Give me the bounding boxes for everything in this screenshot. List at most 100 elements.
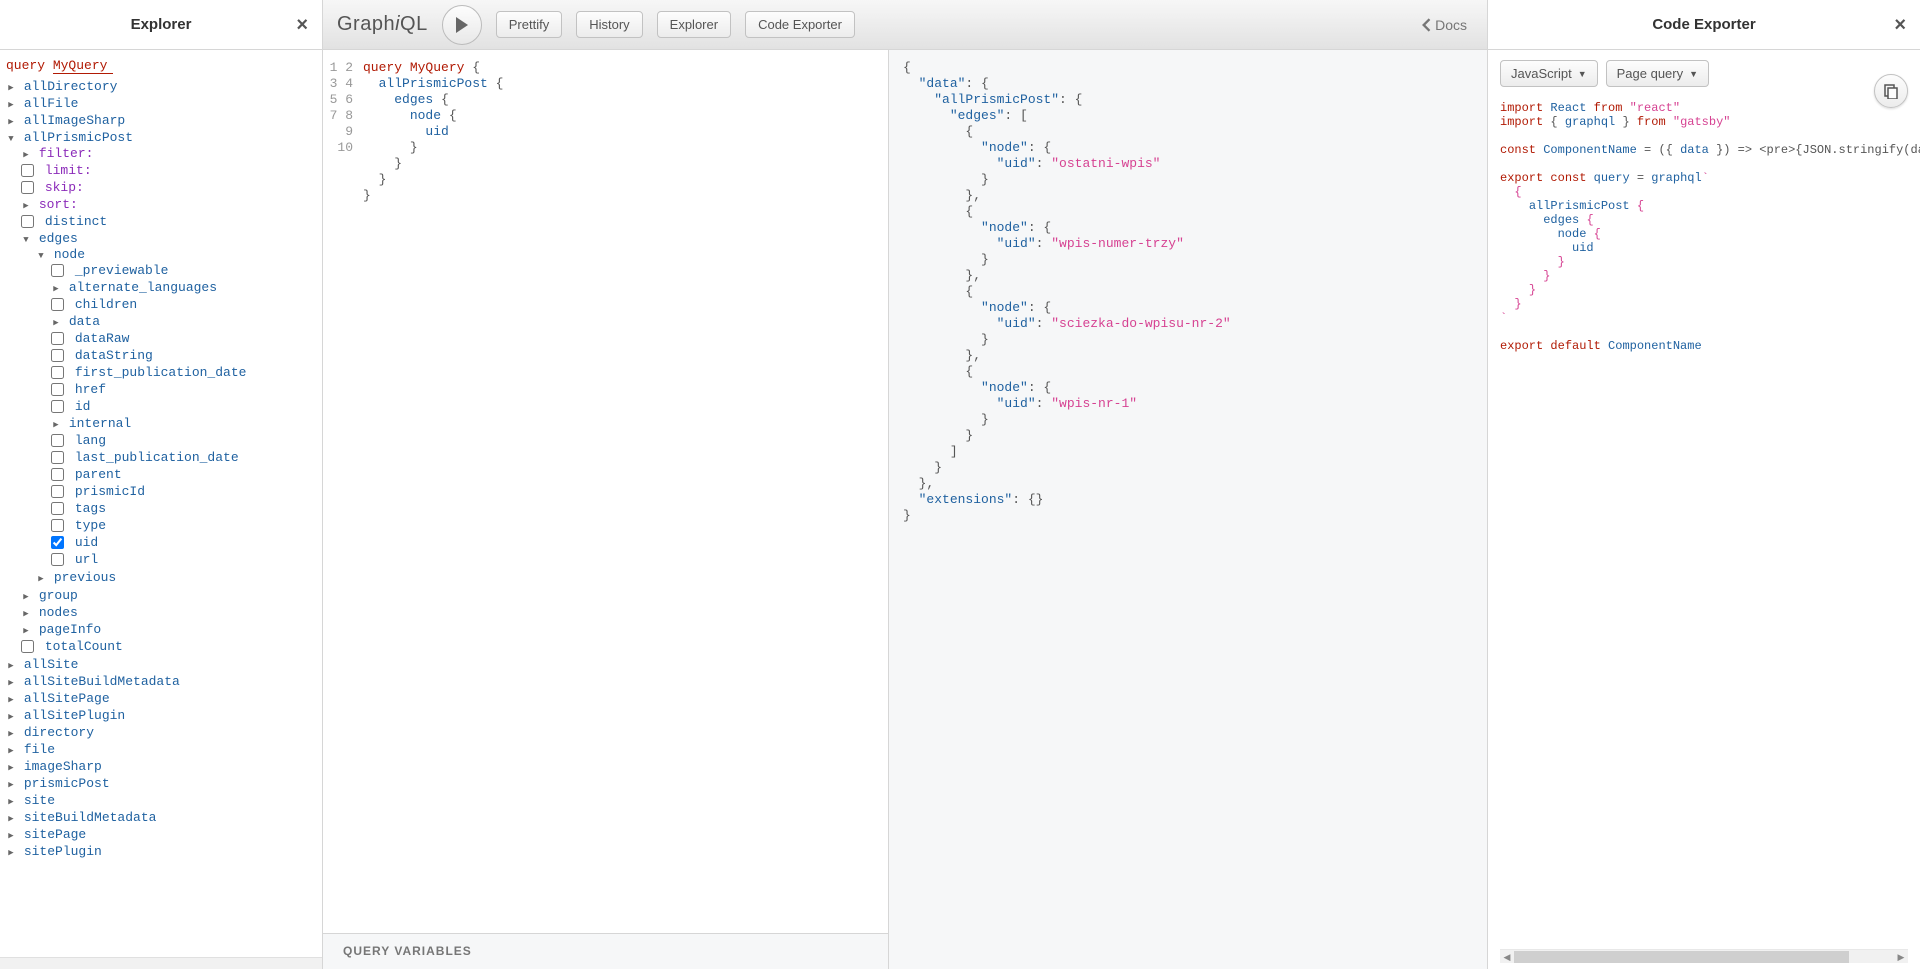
query-code[interactable]: query MyQuery { allPrismicPost { edges {…: [363, 60, 888, 933]
root-field[interactable]: sitePage: [24, 827, 86, 842]
scroll-left-icon[interactable]: ◀: [1500, 950, 1514, 964]
tree-arg[interactable]: distinct: [45, 214, 107, 229]
field-checkbox[interactable]: [51, 383, 64, 396]
tree-arg[interactable]: limit:: [45, 163, 92, 178]
root-field[interactable]: allSitePlugin: [24, 708, 125, 723]
caret-icon[interactable]: [6, 695, 16, 705]
field-checkbox[interactable]: [51, 485, 64, 498]
field-checkbox[interactable]: [51, 349, 64, 362]
root-field[interactable]: directory: [24, 725, 94, 740]
docs-button[interactable]: Docs: [1421, 17, 1473, 33]
tree-arg[interactable]: sort:: [39, 197, 78, 212]
node-subfield[interactable]: last_publication_date: [75, 450, 239, 465]
sibling-field[interactable]: pageInfo: [39, 622, 101, 637]
node-subfield[interactable]: dataRaw: [75, 331, 130, 346]
result-panel[interactable]: { "data": { "allPrismicPost": { "edges":…: [889, 50, 1487, 969]
root-field[interactable]: allSiteBuildMetadata: [24, 674, 180, 689]
caret-icon[interactable]: [6, 831, 16, 841]
node-subfield[interactable]: href: [75, 382, 106, 397]
node-subfield[interactable]: parent: [75, 467, 122, 482]
field-checkbox[interactable]: [51, 366, 64, 379]
caret-icon[interactable]: [6, 83, 16, 93]
caret-icon[interactable]: [51, 420, 61, 430]
node-subfield[interactable]: uid: [75, 535, 98, 550]
node-subfield[interactable]: children: [75, 297, 137, 312]
node-subfield[interactable]: id: [75, 399, 91, 414]
explorer-tree[interactable]: allDirectory allFile allImageSharp allPr…: [6, 78, 318, 860]
caret-icon[interactable]: [21, 201, 31, 211]
root-field[interactable]: sitePlugin: [24, 844, 102, 859]
field-checkbox[interactable]: [21, 181, 34, 194]
node-subfield[interactable]: url: [75, 552, 98, 567]
field-checkbox[interactable]: [51, 553, 64, 566]
node-field[interactable]: node: [54, 247, 85, 262]
root-field[interactable]: imageSharp: [24, 759, 102, 774]
query-variables-bar[interactable]: QUERY VARIABLES: [323, 933, 888, 969]
caret-icon[interactable]: [6, 746, 16, 756]
caret-icon[interactable]: [51, 284, 61, 294]
execute-button[interactable]: [442, 5, 482, 45]
root-field[interactable]: allDirectory: [24, 79, 118, 94]
caret-icon[interactable]: [6, 134, 16, 144]
node-subfield[interactable]: first_publication_date: [75, 365, 247, 380]
field-checkbox[interactable]: [51, 519, 64, 532]
root-field[interactable]: siteBuildMetadata: [24, 810, 157, 825]
root-field[interactable]: allPrismicPost: [24, 130, 133, 145]
caret-icon[interactable]: [51, 318, 61, 328]
caret-icon[interactable]: [21, 235, 31, 245]
field-checkbox[interactable]: [51, 434, 64, 447]
node-subfield[interactable]: type: [75, 518, 106, 533]
node-subfield[interactable]: tags: [75, 501, 106, 516]
history-button[interactable]: History: [576, 11, 642, 38]
node-subfield[interactable]: prismicId: [75, 484, 145, 499]
caret-icon[interactable]: [6, 729, 16, 739]
code-exporter-close-icon[interactable]: ×: [1894, 14, 1906, 37]
caret-icon[interactable]: [6, 780, 16, 790]
explorer-button[interactable]: Explorer: [657, 11, 731, 38]
caret-icon[interactable]: [21, 592, 31, 602]
explorer-body[interactable]: query allDirectory allFile allImageSharp…: [0, 50, 322, 957]
caret-icon[interactable]: [6, 797, 16, 807]
caret-icon[interactable]: [6, 117, 16, 127]
node-subfield[interactable]: data: [69, 314, 100, 329]
root-field[interactable]: prismicPost: [24, 776, 110, 791]
caret-icon[interactable]: [21, 150, 31, 160]
sibling-field[interactable]: group: [39, 588, 78, 603]
scroll-right-icon[interactable]: ▶: [1894, 950, 1908, 964]
exporter-code[interactable]: import React from "react" import { graph…: [1488, 97, 1920, 949]
query-name-input[interactable]: [53, 58, 113, 74]
prettify-button[interactable]: Prettify: [496, 11, 562, 38]
node-subfield[interactable]: alternate_languages: [69, 280, 217, 295]
field-checkbox[interactable]: [21, 640, 34, 653]
caret-icon[interactable]: [6, 763, 16, 773]
exporter-mode-select[interactable]: Page query ▼: [1606, 60, 1709, 87]
field-checkbox[interactable]: [21, 215, 34, 228]
field-checkbox[interactable]: [21, 164, 34, 177]
field-checkbox[interactable]: [51, 536, 64, 549]
caret-icon[interactable]: [6, 661, 16, 671]
edges-field[interactable]: edges: [39, 231, 78, 246]
field-checkbox[interactable]: [51, 264, 64, 277]
caret-icon[interactable]: [21, 609, 31, 619]
root-field[interactable]: file: [24, 742, 55, 757]
caret-icon[interactable]: [6, 814, 16, 824]
field-checkbox[interactable]: [51, 400, 64, 413]
field-checkbox[interactable]: [51, 332, 64, 345]
field-checkbox[interactable]: [51, 298, 64, 311]
tree-arg[interactable]: skip:: [45, 180, 84, 195]
caret-icon[interactable]: [6, 848, 16, 858]
root-field[interactable]: site: [24, 793, 55, 808]
caret-icon[interactable]: [6, 678, 16, 688]
code-exporter-button[interactable]: Code Exporter: [745, 11, 855, 38]
query-editor[interactable]: 1 2 3 4 5 6 7 8 9 10 query MyQuery { all…: [323, 50, 888, 933]
field-checkbox[interactable]: [51, 502, 64, 515]
root-field[interactable]: allFile: [24, 96, 79, 111]
caret-icon[interactable]: [36, 251, 46, 261]
sibling-field[interactable]: nodes: [39, 605, 78, 620]
caret-icon[interactable]: [6, 100, 16, 110]
tree-arg[interactable]: filter:: [39, 146, 94, 161]
caret-icon[interactable]: [21, 626, 31, 636]
field-checkbox[interactable]: [51, 468, 64, 481]
caret-icon[interactable]: [6, 712, 16, 722]
root-field[interactable]: allSitePage: [24, 691, 110, 706]
